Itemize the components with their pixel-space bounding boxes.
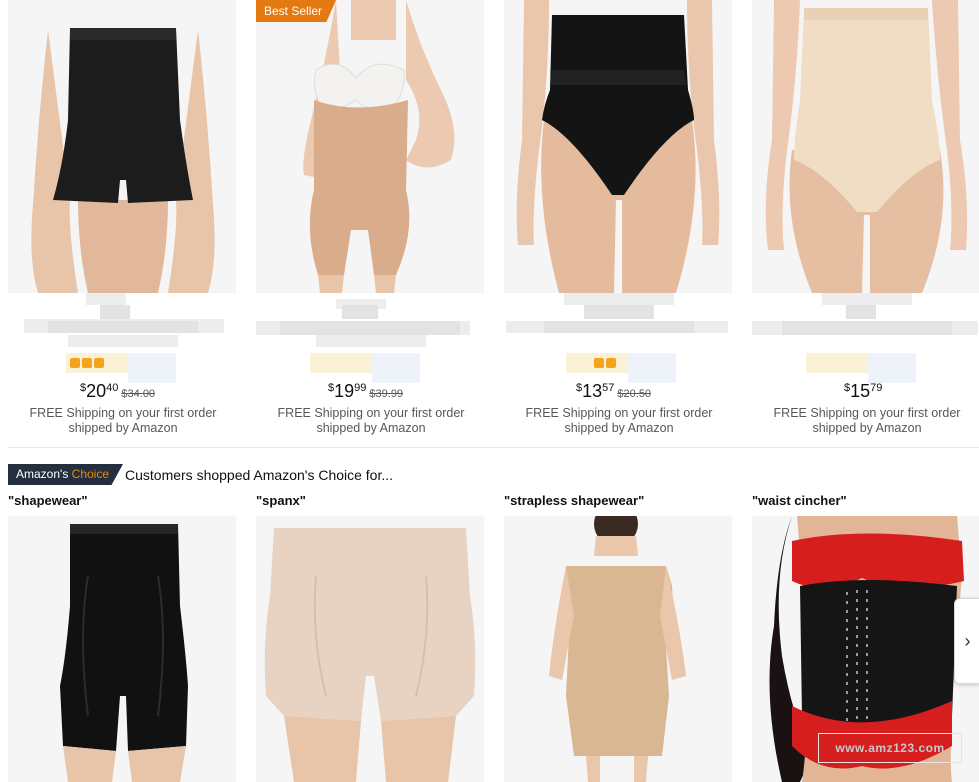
list-price: $39.99 xyxy=(369,388,404,400)
shipping-note: FREE Shipping on your first order shippe… xyxy=(525,406,713,435)
keyword-label[interactable]: "strapless shapewear" xyxy=(504,493,644,508)
star-rating[interactable] xyxy=(66,353,176,383)
shipping-note: FREE Shipping on your first order shippe… xyxy=(277,406,465,435)
carousel-next-button[interactable]: › xyxy=(954,598,979,684)
section-divider xyxy=(8,447,979,448)
chevron-right-icon: › xyxy=(964,631,971,651)
amazons-choice-heading: Customers shopped Amazon's Choice for... xyxy=(125,467,394,483)
product-image[interactable] xyxy=(504,0,732,293)
product-image[interactable] xyxy=(752,0,979,293)
amazons-choice-badge: Amazon's Choice xyxy=(8,464,124,485)
product-image[interactable] xyxy=(256,0,484,293)
star-rating[interactable] xyxy=(310,353,420,383)
watermark: www.amz123.com xyxy=(818,733,962,763)
keyword-label[interactable]: "waist cincher" xyxy=(752,493,847,508)
keyword-label[interactable]: "spanx" xyxy=(256,493,306,508)
choice-product-image[interactable] xyxy=(504,516,732,782)
star-rating[interactable] xyxy=(806,353,916,383)
product-price[interactable]: $1999 $39.99 xyxy=(328,381,403,403)
keyword-label[interactable]: "shapewear" xyxy=(8,493,88,508)
product-title-redacted[interactable] xyxy=(256,293,484,351)
product-title-redacted[interactable] xyxy=(752,293,979,351)
product-price[interactable]: $2040 $34.00 xyxy=(80,381,155,403)
best-seller-badge[interactable]: Best Seller xyxy=(256,0,337,22)
star-rating[interactable] xyxy=(566,353,676,383)
product-image[interactable] xyxy=(8,0,236,293)
product-price[interactable]: $1579 xyxy=(844,381,882,403)
product-grid-top: $2040 $34.00 FREE Shipping on your first … xyxy=(0,0,979,448)
choice-product-image[interactable] xyxy=(8,516,236,782)
list-price: $20.50 xyxy=(617,388,652,400)
product-title-redacted[interactable] xyxy=(8,293,236,351)
list-price: $34.00 xyxy=(121,388,156,400)
product-price[interactable]: $1357 $20.50 xyxy=(576,381,651,403)
shipping-note: FREE Shipping on your first order shippe… xyxy=(29,406,217,435)
choice-product-image[interactable] xyxy=(256,516,484,782)
product-title-redacted[interactable] xyxy=(504,293,732,351)
shipping-note: FREE Shipping on your first order shippe… xyxy=(773,406,961,435)
